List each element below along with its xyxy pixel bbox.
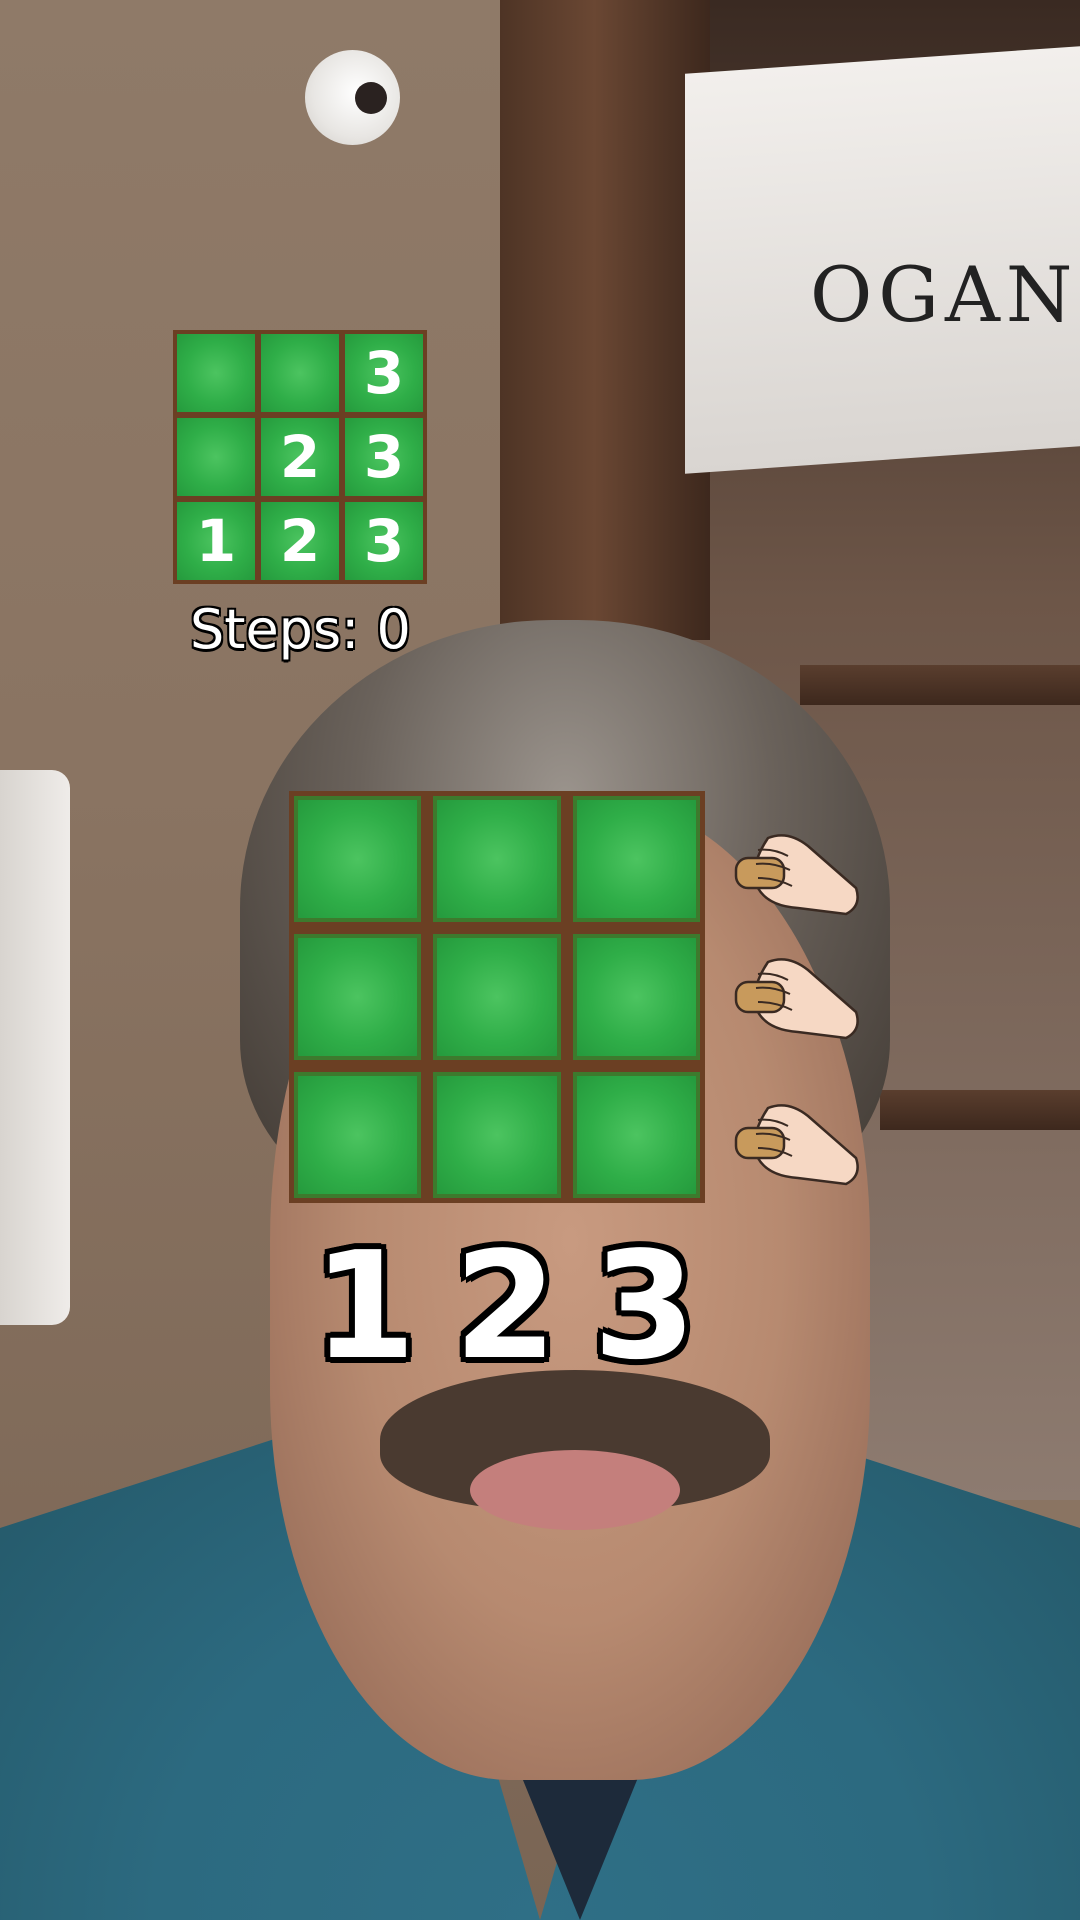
target-tile: 3 [345,418,423,496]
target-tile: 1 [177,502,255,580]
wall-panel [0,770,70,1325]
play-tile[interactable] [294,796,422,922]
target-tile: 3 [345,502,423,580]
play-tile[interactable] [433,1072,561,1198]
store-sign-text: OGANO [810,250,1080,339]
lips [470,1450,680,1530]
target-tile: 2 [261,418,339,496]
target-tile: 2 [261,502,339,580]
steps-counter: Steps: 0 [190,598,411,661]
play-tile[interactable] [433,934,561,1060]
hand-pointer-icon[interactable] [728,828,863,920]
play-tile[interactable] [294,1072,422,1198]
play-tile[interactable] [572,934,700,1060]
play-tile[interactable] [572,796,700,922]
wooden-pillar [500,0,710,640]
main-play-grid [289,791,705,1203]
play-tile[interactable] [294,934,422,1060]
shelf [800,665,1080,705]
target-pattern-grid: 3 2 3 1 2 3 [173,330,427,584]
target-tile [261,334,339,412]
play-tile[interactable] [433,796,561,922]
shelf-lower [880,1090,1080,1130]
security-camera [305,50,400,145]
target-tile-number: 2 [279,507,321,575]
target-tile [177,418,255,496]
target-tile-number: 3 [363,507,405,575]
target-tile: 3 [345,334,423,412]
hand-pointer-icon[interactable] [728,952,863,1044]
target-tile-number: 1 [195,507,237,575]
hand-pointer-icon[interactable] [728,1098,863,1190]
play-tile[interactable] [572,1072,700,1198]
target-tile-number: 2 [279,423,321,491]
column-number-2: 2 [454,1220,557,1392]
target-tile [177,334,255,412]
column-number-3: 3 [593,1220,696,1392]
target-tile-number: 3 [363,423,405,491]
target-tile-number: 3 [363,339,405,407]
column-number-1: 1 [313,1220,416,1392]
